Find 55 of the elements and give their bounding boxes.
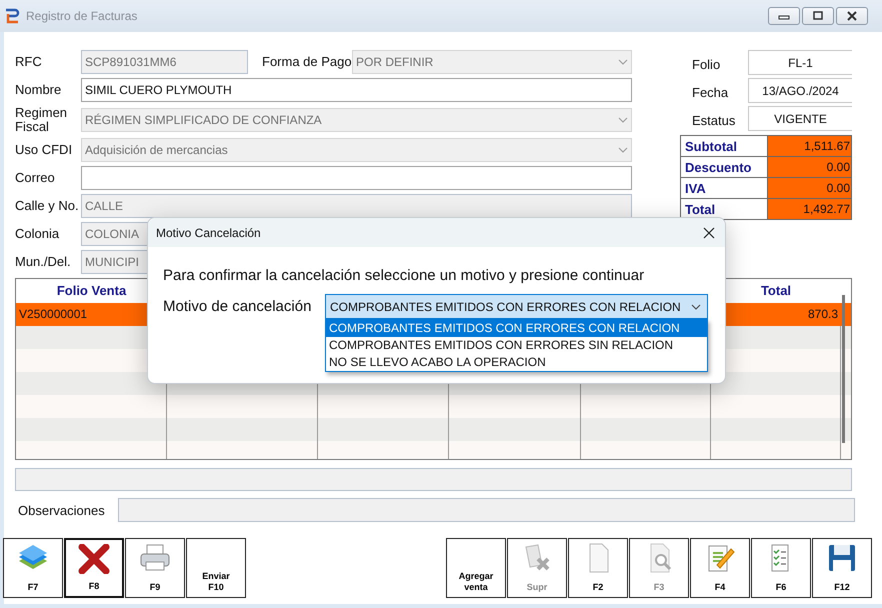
field-label: Forma de Pago [261,55,352,69]
close-icon[interactable] [703,226,715,238]
total-value: 0.00 [768,178,851,198]
delete-icon [78,544,110,574]
input-field[interactable] [15,468,852,491]
scrollbar[interactable] [842,295,845,443]
maximize-icon [812,11,824,21]
field-label: Nombre [15,83,62,97]
minimize-button[interactable] [768,7,800,25]
dialog-title: Motivo Cancelación [156,226,261,240]
field-label: Regimen Fiscal [15,106,68,134]
dropdown-option[interactable]: COMPROBANTES EMITIDOS CON ERRORES SIN RELACION [326,337,707,354]
toolbar-button[interactable]: Agregar venta [446,538,506,598]
column-header: Total [760,282,792,300]
field-label: Motivo de cancelación [163,298,312,315]
toolbar-button[interactable]: F2 [568,538,628,598]
total-value: 0.00 [768,157,851,177]
chevron-down-icon [618,147,628,153]
info-label: Folio [691,56,722,72]
info-value: 13/AGO./2024 [748,78,852,103]
field-label: Uso CFDI [15,143,74,157]
total-value: 1,511.67 [768,136,851,156]
chevron-down-icon [618,59,628,65]
toolbar-button[interactable]: F8 [64,538,124,598]
field-label: Correo [15,171,56,185]
field-label: RFC [15,55,43,69]
toolbar-button[interactable]: F12 [812,538,872,598]
total-value: 1,492.77 [768,199,851,219]
info-value: VIGENTE [748,106,852,131]
column-header: Folio Venta [56,282,128,300]
info-value: FL-1 [748,50,852,75]
dropdown-option[interactable]: COMPROBANTES EMITIDOS CON ERRORES CON RELACION [326,320,707,337]
field-label: Colonia [15,227,60,241]
dialog-message: Para confirmar la cancelación seleccione un motivo y presione continuar [163,267,646,284]
chevron-down-icon [691,304,701,310]
toolbar-button[interactable]: F9 [125,538,185,598]
info-label: Fecha [691,84,730,100]
app-logo-icon [4,8,20,24]
dropdown-field[interactable]: COMPROBANTES EMITIDOS CON ERRORES CON RELACION [325,294,708,319]
maximize-button[interactable] [802,7,834,25]
window-title: Registro de Facturas [26,9,138,23]
close-icon [846,11,858,21]
toolbar-button[interactable]: F4 [690,538,750,598]
input-field[interactable]: SIMIL CUERO PLYMOUTH [81,78,632,102]
field-label: Observaciones [17,502,106,518]
toolbar-button[interactable]: Enviar F10 [186,538,246,598]
info-label: Estatus [691,112,736,128]
field-label: Mun./Del. [15,255,72,269]
input-field[interactable] [81,166,632,190]
toolbar-button[interactable]: F6 [751,538,811,598]
field-label: Calle y No. [15,199,80,213]
printer-icon [138,543,172,573]
close-button[interactable] [836,7,868,25]
toolbar-button[interactable]: F7 [3,538,63,598]
chevron-down-icon [618,117,628,123]
